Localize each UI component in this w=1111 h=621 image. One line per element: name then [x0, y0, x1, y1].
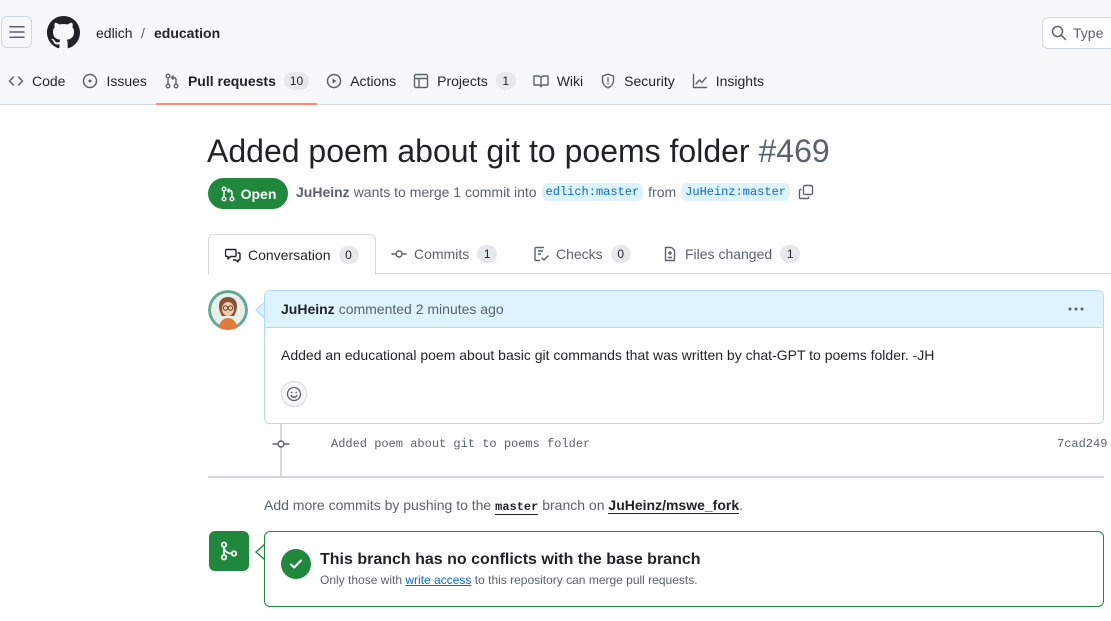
merge-status-subtitle: Only those with write access to this rep… [320, 573, 698, 587]
comment-box: JuHeinz commented 2 minutes ago Added an… [264, 290, 1104, 424]
tab-issues[interactable]: Issues [74, 62, 154, 100]
comment-meta[interactable]: commented 2 minutes ago [339, 301, 504, 317]
projects-count: 1 [495, 72, 516, 90]
table-icon [413, 73, 429, 89]
tab-code[interactable]: Code [0, 62, 73, 100]
tab-actions-label: Actions [350, 73, 397, 89]
pull-requests-count: 10 [283, 72, 310, 90]
files-changed-count: 1 [780, 245, 801, 263]
shield-icon [601, 73, 615, 89]
copy-icon[interactable] [798, 184, 814, 200]
commits-count: 1 [477, 245, 498, 263]
push-hint: Add more commits by pushing to the maste… [264, 497, 744, 515]
file-diff-icon [664, 246, 676, 262]
tab-insights[interactable]: Insights [684, 62, 772, 100]
tab-pull-requests-label: Pull requests [187, 73, 276, 89]
base-branch-label[interactable]: edlich:master [541, 183, 644, 201]
pr-from-text: from [648, 184, 677, 200]
fork-repo-link[interactable]: JuHeinz/mswe_fork [608, 497, 740, 514]
comment-author-link[interactable]: JuHeinz [281, 301, 335, 317]
checklist-icon [534, 246, 549, 262]
issue-opened-icon [83, 73, 98, 89]
tab-files-changed[interactable]: Files changed 1 [662, 234, 801, 274]
pr-title-text: Added poem about git to poems folder [207, 133, 750, 169]
tab-actions[interactable]: Actions [318, 62, 404, 100]
write-access-link[interactable]: write access [405, 573, 471, 587]
git-pull-request-icon [165, 73, 179, 89]
commit-sha-link[interactable]: 7cad249 [1057, 437, 1107, 451]
repo-nav-tabs: Code Issues Pull requests 10 Actions Pro… [0, 62, 773, 105]
merge-sub-suffix: to this repository can merge pull reques… [474, 573, 698, 587]
push-hint-middle: branch on [542, 497, 605, 513]
search-placeholder: Type [1073, 25, 1104, 41]
check-icon [290, 559, 302, 569]
pr-author-link[interactable]: JuHeinz [296, 184, 350, 200]
merge-status-badge [209, 531, 249, 571]
hamburger-menu-button[interactable] [1, 16, 32, 48]
git-merge-icon [220, 541, 238, 561]
checks-count: 0 [610, 245, 631, 263]
comment-discussion-icon [225, 248, 241, 263]
check-status-badge [281, 549, 311, 579]
pr-number: #469 [758, 133, 830, 169]
tab-conversation-label: Conversation [248, 246, 331, 263]
tab-wiki[interactable]: Wiki [525, 62, 591, 100]
pr-tabs: Conversation 0 Commits 1 Checks 0 Files … [208, 234, 1111, 275]
repo-header: edlich / education Type Code Issues Pull… [0, 0, 1111, 105]
git-commit-icon [391, 250, 407, 258]
pr-title: Added poem about git to poems folder #46… [207, 131, 830, 171]
git-pull-request-icon [221, 186, 235, 201]
three-bars-icon [8, 26, 25, 38]
merge-status-box: This branch has no conflicts with the ba… [264, 531, 1104, 607]
add-reaction-button[interactable] [281, 381, 307, 407]
pr-state-label: Open [240, 185, 277, 202]
tab-wiki-label: Wiki [556, 73, 584, 89]
pr-state-badge: Open [208, 178, 288, 209]
push-hint-suffix: . [739, 497, 744, 513]
breadcrumb-owner-link[interactable]: edlich [96, 24, 133, 42]
comment-header: JuHeinz commented 2 minutes ago [265, 291, 1103, 328]
tab-pull-requests[interactable]: Pull requests 10 [155, 62, 318, 105]
breadcrumb-separator: / [141, 25, 145, 41]
book-icon [533, 75, 549, 88]
breadcrumb-repo-link[interactable]: education [154, 24, 220, 42]
tab-projects[interactable]: Projects 1 [405, 62, 524, 100]
graph-icon [692, 73, 707, 89]
tab-projects-label: Projects [437, 73, 488, 89]
tab-commits[interactable]: Commits 1 [391, 234, 498, 274]
tab-security[interactable]: Security [592, 62, 683, 100]
commit-message-link[interactable]: Added poem about git to poems folder [331, 437, 590, 451]
push-hint-prefix: Add more commits by pushing to the [264, 497, 492, 513]
search-icon [1051, 25, 1067, 41]
github-logo-icon[interactable] [47, 16, 80, 49]
push-hint-branch: master [495, 500, 539, 515]
code-icon [8, 76, 24, 86]
tab-checks-label: Checks [556, 246, 603, 262]
conversation-count: 0 [338, 245, 359, 264]
tab-insights-label: Insights [715, 73, 764, 89]
search-input[interactable]: Type [1042, 17, 1111, 49]
timeline-divider [208, 476, 1104, 478]
git-commit-icon [272, 440, 290, 448]
avatar[interactable] [208, 290, 248, 330]
user-avatar-icon [208, 290, 248, 330]
kebab-horizontal-icon[interactable] [1067, 301, 1085, 317]
head-branch-label[interactable]: JuHeinz:master [681, 183, 790, 201]
tab-files-changed-label: Files changed [685, 246, 773, 262]
comment-body: Added an educational poem about basic gi… [281, 347, 935, 363]
merge-sub-prefix: Only those with [320, 573, 403, 587]
tab-code-label: Code [32, 73, 66, 89]
tab-commits-label: Commits [414, 246, 470, 262]
tab-issues-label: Issues [106, 73, 147, 89]
pr-merge-text: wants to merge 1 commit into [353, 184, 537, 200]
tab-checks[interactable]: Checks 0 [533, 234, 631, 274]
tab-security-label: Security [624, 73, 675, 89]
tab-conversation[interactable]: Conversation 0 [208, 234, 376, 275]
smiley-icon [286, 386, 302, 402]
pr-meta: JuHeinz wants to merge 1 commit into edl… [296, 183, 814, 201]
merge-status-title: This branch has no conflicts with the ba… [320, 551, 701, 568]
play-icon [326, 73, 342, 89]
